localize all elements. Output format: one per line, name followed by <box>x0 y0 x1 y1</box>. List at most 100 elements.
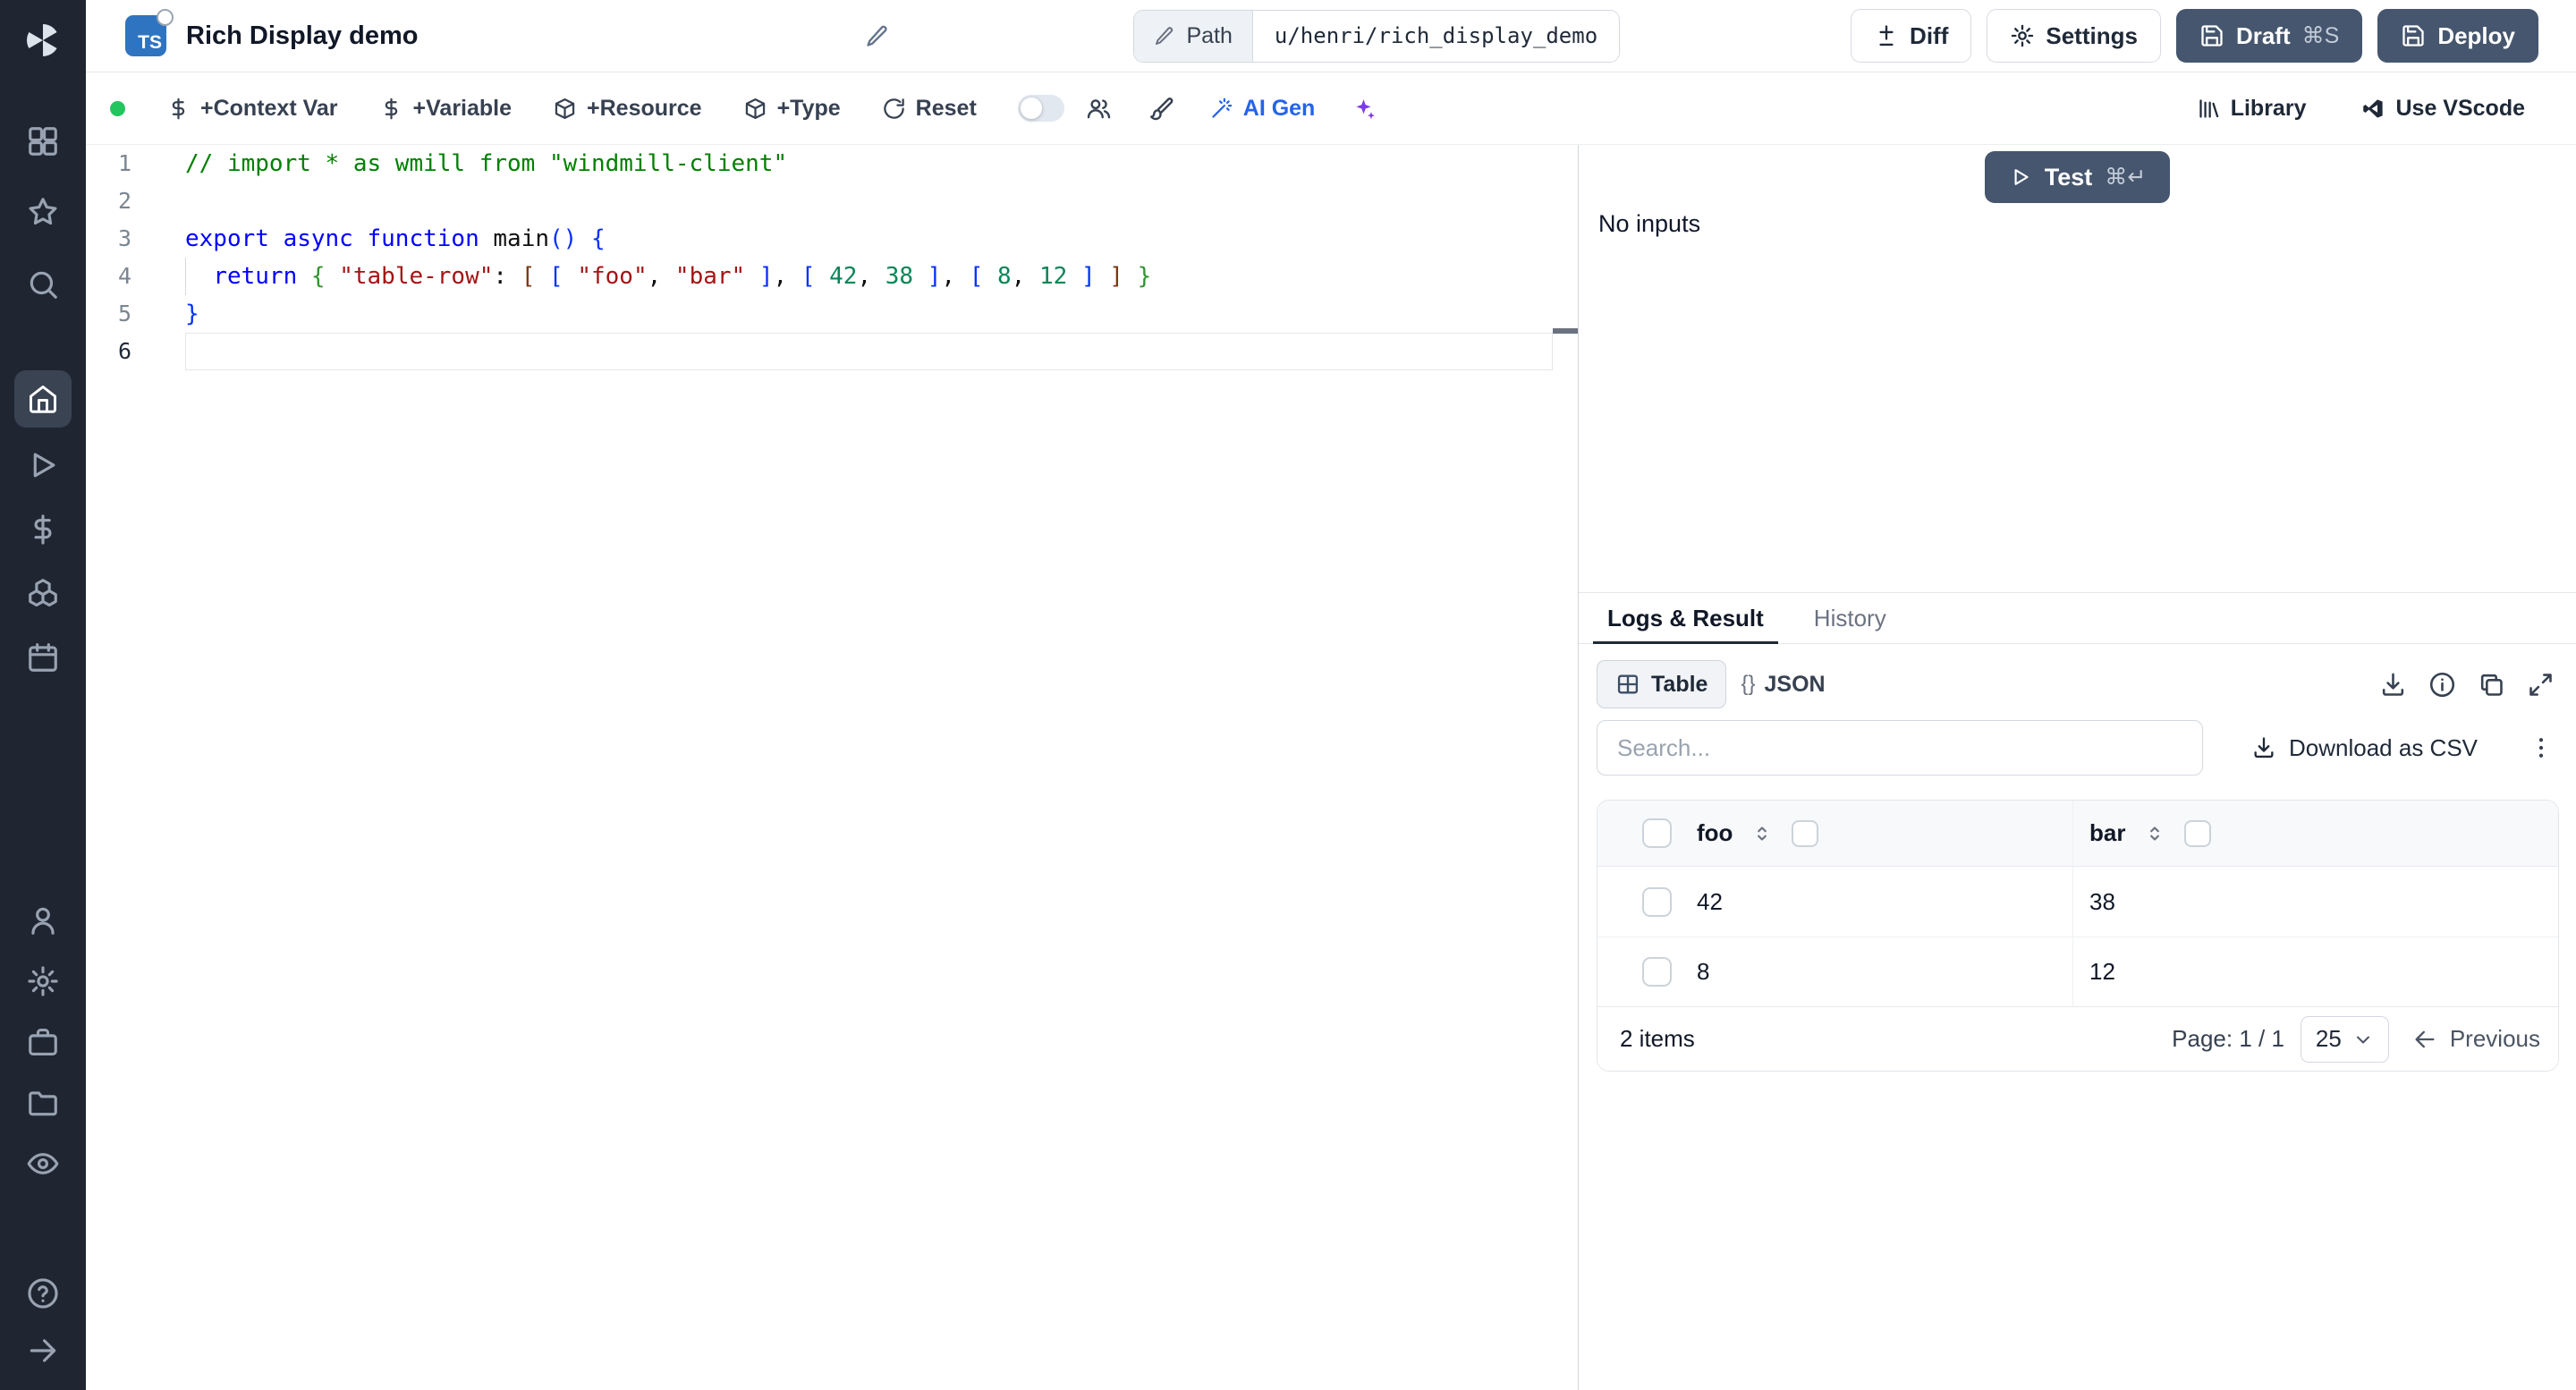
sidebar-expand-button[interactable] <box>0 1334 86 1368</box>
collab-toggle[interactable] <box>1017 95 1064 122</box>
page-size-select[interactable]: 25 <box>2300 1015 2389 1063</box>
path-label-segment[interactable]: Path <box>1134 10 1253 62</box>
download-icon <box>2254 737 2274 759</box>
add-variable-label: +Variable <box>412 95 513 121</box>
add-type-button[interactable]: +Type <box>743 96 841 122</box>
pencil-icon <box>867 25 888 47</box>
code-line[interactable]: export async function main() { <box>185 220 1553 258</box>
collaborators-button[interactable] <box>1086 96 1112 122</box>
topbar: TS Rich Display demo Path u/henri/rich_d… <box>86 0 2576 72</box>
save-icon <box>2402 25 2424 47</box>
column-bar-checkbox[interactable] <box>2184 819 2212 847</box>
sidebar-item-folders[interactable] <box>0 1086 86 1120</box>
editor-gutter: 1 2 3 4 5 6 <box>86 145 185 370</box>
cell-bar: 12 <box>2072 937 2558 1006</box>
sidebar-item-runs[interactable] <box>0 448 86 482</box>
format-code-button[interactable] <box>1148 96 1174 122</box>
line-number: 6 <box>117 338 131 364</box>
cell-bar: 38 <box>2072 867 2558 937</box>
path-label: Path <box>1186 22 1233 48</box>
table-row: 42 38 <box>1597 867 2558 937</box>
library-label: Library <box>2230 95 2307 121</box>
code-editor[interactable]: 1 2 3 4 5 6 // import * as wmill from "windmi… <box>86 145 1578 1390</box>
library-button[interactable]: Library <box>2197 95 2307 122</box>
diff-button-label: Diff <box>1910 21 1949 49</box>
sidebar-item-audit-logs[interactable] <box>0 1147 86 1181</box>
result-actions <box>2379 671 2555 699</box>
test-button-label: Test <box>2044 163 2093 191</box>
page-size-value: 25 <box>2315 1025 2342 1052</box>
sidebar-item-resources[interactable] <box>0 576 86 610</box>
code-line[interactable]: // import * as wmill from "windmill-clie… <box>185 145 1553 182</box>
view-table-label: Table <box>1651 671 1708 697</box>
settings-button[interactable]: Settings <box>1987 9 2161 63</box>
sidebar-item-home[interactable] <box>0 370 86 428</box>
result-table-body: 42 38 8 12 <box>1597 867 2558 1006</box>
sidebar-item-settings[interactable] <box>0 964 86 998</box>
view-toggle-table[interactable]: Table <box>1597 660 1727 708</box>
row-checkbox[interactable] <box>1642 886 1672 917</box>
rotate-icon <box>883 97 904 119</box>
add-resource-button[interactable]: +Resource <box>553 96 702 122</box>
info-icon[interactable] <box>2428 671 2456 699</box>
view-toggle-json[interactable]: {} JSON <box>1726 660 1839 708</box>
row-checkbox[interactable] <box>1642 957 1672 987</box>
sidebar-item-apps[interactable] <box>0 124 86 158</box>
sidebar-item-search[interactable] <box>0 267 86 301</box>
path-value[interactable]: u/henri/rich_display_demo <box>1252 10 1620 62</box>
typescript-badge-label: TS <box>138 32 162 53</box>
windmill-logo[interactable] <box>0 20 86 61</box>
draft-button[interactable]: Draft ⌘S <box>2175 9 2363 63</box>
path-control[interactable]: Path u/henri/rich_display_demo <box>1133 9 1621 63</box>
ai-gen-button[interactable]: AI Gen <box>1209 96 1315 122</box>
dollar-icon <box>172 97 185 119</box>
table-menu-button[interactable] <box>2528 734 2555 761</box>
code-line[interactable]: return { "table-row": [ [ "foo", "bar" ]… <box>185 258 1553 295</box>
test-shortcut: ⌘↵ <box>2105 165 2147 190</box>
editor-code[interactable]: // import * as wmill from "windmill-clie… <box>185 145 1553 370</box>
maximize-icon[interactable] <box>2527 671 2555 699</box>
add-type-label: +Type <box>776 95 841 121</box>
sidebar-item-help[interactable] <box>0 1276 86 1310</box>
code-line[interactable]: } <box>185 295 1553 333</box>
items-count: 2 items <box>1620 1025 1695 1052</box>
line-number: 4 <box>117 263 131 289</box>
tab-history[interactable]: History <box>1800 593 1901 643</box>
sidebar-item-workers[interactable] <box>0 1025 86 1059</box>
sidebar-item-variables[interactable] <box>0 513 86 547</box>
download-icon[interactable] <box>2379 671 2407 699</box>
sidebar-item-schedules[interactable] <box>0 640 86 674</box>
gear-icon <box>28 966 58 996</box>
use-vscode-button[interactable]: Use VScode <box>2361 96 2525 122</box>
code-line[interactable] <box>185 182 1553 220</box>
reset-button[interactable]: Reset <box>882 96 977 122</box>
edit-summary-button[interactable] <box>865 23 890 48</box>
column-foo-checkbox[interactable] <box>1792 819 1819 847</box>
search-input[interactable] <box>1597 720 2203 776</box>
copy-icon[interactable] <box>2478 671 2505 699</box>
select-all-checkbox[interactable] <box>1642 818 1672 848</box>
deploy-button[interactable]: Deploy <box>2377 9 2538 63</box>
download-csv-label: Download as CSV <box>2289 733 2478 761</box>
sort-foo-button[interactable] <box>1750 822 1774 845</box>
row-select-cell <box>1597 937 1697 1006</box>
page-title: Rich Display demo <box>186 21 419 50</box>
page-indicator: Page: 1 / 1 <box>2172 1025 2284 1052</box>
tab-label: Logs & Result <box>1607 604 1764 631</box>
preview-panel: Test ⌘↵ No inputs Logs & Result History … <box>1578 145 2576 1390</box>
status-dot <box>110 100 125 116</box>
previous-page-button[interactable]: Previous <box>2412 1025 2540 1053</box>
code-line[interactable] <box>185 333 1553 370</box>
add-context-var-button[interactable]: +Context Var <box>166 96 338 122</box>
tab-logs-result[interactable]: Logs & Result <box>1593 593 1778 644</box>
save-icon <box>2201 25 2223 47</box>
sidebar-item-users[interactable] <box>0 903 86 937</box>
diff-button[interactable]: Diff <box>1851 9 1972 63</box>
sidebar-item-favorites[interactable] <box>0 195 86 229</box>
download-csv-button[interactable]: Download as CSV <box>2251 734 2478 762</box>
add-variable-button[interactable]: +Variable <box>379 95 513 122</box>
test-button[interactable]: Test ⌘↵ <box>1984 151 2171 203</box>
ai-fix-button[interactable] <box>1351 96 1377 122</box>
sort-bar-button[interactable] <box>2143 822 2166 845</box>
table-row: 8 12 <box>1597 937 2558 1006</box>
